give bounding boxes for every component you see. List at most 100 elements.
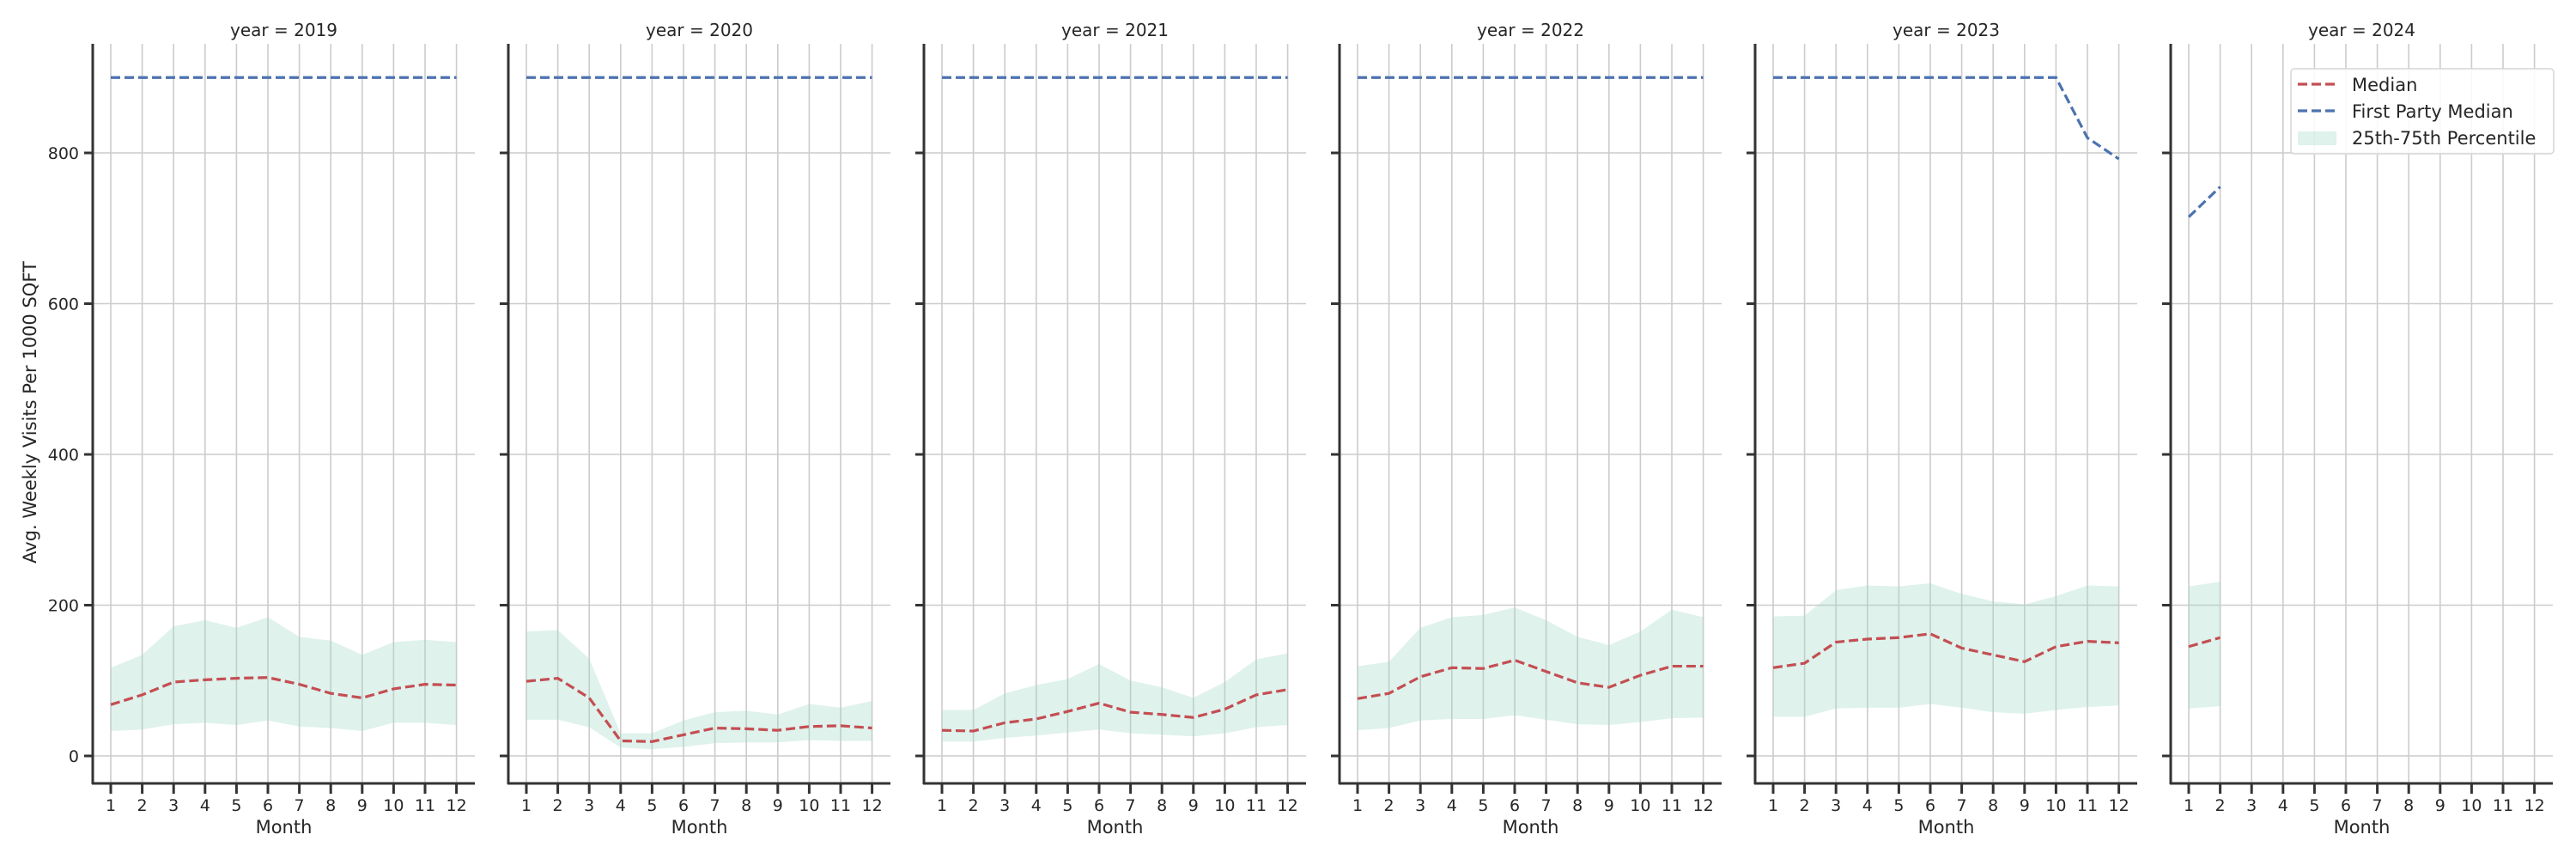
x-tick-label: 8 [1988,796,1998,815]
x-tick-label: 4 [616,796,626,815]
legend-label: 25th-75th Percentile [2352,128,2536,149]
x-axis-label: Month [2334,817,2391,838]
first-party-median-line [1773,76,2120,161]
x-tick-label: 11 [2077,796,2098,815]
x-tick-label: 9 [357,796,368,815]
legend: Median First Party Median 25th-75th Percen… [2290,68,2555,155]
x-tick-label: 7 [2372,796,2383,815]
x-tick-label: 11 [1662,796,1682,815]
x-tick-label: 4 [2278,796,2288,815]
x-tick-label: 3 [584,796,594,815]
panel-title: year = 2023 [1893,20,2000,40]
x-tick-label: 7 [295,796,305,815]
x-tick-label: 12 [447,796,467,815]
x-tick-label: 9 [773,796,783,815]
x-tick-label: 10 [2045,796,2066,815]
x-tick-label: 1 [2184,796,2194,815]
x-tick-label: 4 [1447,796,1457,815]
y-tick-label: 800 [48,144,79,163]
x-axis-label: Month [256,817,313,838]
legend-swatch-band [2298,131,2336,145]
x-tick-label: 8 [2403,796,2414,815]
panels: 02004006008001 2 3 4 5 6 7 8 9 10 11 12Monthyear = … [48,20,2553,838]
x-tick-label: 7 [710,796,720,815]
x-tick-label: 3 [2246,796,2257,815]
x-tick-label: 8 [741,796,751,815]
facet-chart: Avg. Weekly Visits Per 1000 SQFT 0 200 400… [20,20,2555,838]
x-axis-label: Month [671,817,728,838]
x-tick-label: 5 [2309,796,2319,815]
x-tick-label: 10 [2461,796,2482,815]
x-tick-label: 2 [553,796,563,815]
x-tick-label: 1 [1352,796,1363,815]
x-tick-label: 11 [830,796,851,815]
percentile-band [1358,607,1704,731]
panel-2023: 1 2 3 4 5 6 7 8 9 10 11 12Monthyear = 2023 [1747,20,2137,838]
x-tick-label: 5 [647,796,657,815]
x-axis-label: Month [1503,817,1559,838]
x-tick-label: 8 [325,796,336,815]
x-tick-label: 1 [937,796,947,815]
x-tick-label: 1 [106,796,116,815]
x-tick-label: 12 [1693,796,1714,815]
x-tick-label: 8 [1157,796,1167,815]
panel-title: year = 2020 [646,20,753,40]
x-tick-label: 10 [1214,796,1235,815]
x-tick-label: 3 [999,796,1010,815]
x-tick-label: 5 [1062,796,1072,815]
x-tick-label: 9 [1188,796,1199,815]
x-tick-label: 2 [1384,796,1394,815]
panel-title: year = 2021 [1061,20,1169,40]
x-tick-label: 3 [1831,796,1841,815]
y-tick-label: 0 [69,747,79,766]
panel-2020: 1 2 3 4 5 6 7 8 9 10 11 12Monthyear = 2020 [500,20,890,838]
first-party-median-line [2187,186,2221,218]
x-tick-label: 3 [168,796,179,815]
x-tick-label: 2 [1800,796,1810,815]
x-axis-label: Month [1087,817,1144,838]
x-tick-label: 8 [1572,796,1583,815]
x-tick-label: 2 [969,796,979,815]
x-tick-label: 5 [1893,796,1904,815]
x-tick-label: 1 [521,796,532,815]
x-tick-label: 12 [1278,796,1298,815]
y-tick-label: 600 [48,295,79,314]
x-tick-label: 6 [1925,796,1935,815]
panel-2021: 1 2 3 4 5 6 7 8 9 10 11 12Monthyear = 2021 [915,20,1306,838]
x-tick-label: 4 [200,796,210,815]
panel-title: year = 2019 [230,20,337,40]
x-tick-label: 6 [2341,796,2351,815]
y-tick-label: 400 [48,446,79,465]
x-tick-label: 2 [2215,796,2226,815]
panel-title: year = 2024 [2308,20,2415,40]
x-tick-label: 11 [2493,796,2513,815]
x-tick-label: 10 [1630,796,1650,815]
x-tick-label: 5 [231,796,241,815]
x-tick-label: 12 [2524,796,2545,815]
x-tick-label: 6 [263,796,273,815]
x-tick-label: 6 [1510,796,1520,815]
x-tick-label: 7 [1126,796,1136,815]
x-tick-label: 12 [2109,796,2129,815]
x-tick-label: 10 [799,796,819,815]
x-tick-label: 6 [1094,796,1104,815]
x-tick-label: 9 [1604,796,1614,815]
percentile-band [111,617,457,732]
legend-label: Median [2352,75,2417,95]
x-tick-label: 1 [1768,796,1778,815]
panel-2019: 02004006008001 2 3 4 5 6 7 8 9 10 11 12Monthyear = … [48,20,475,838]
x-tick-label: 5 [1478,796,1488,815]
x-tick-label: 10 [383,796,404,815]
panel-title: year = 2022 [1477,20,1584,40]
x-tick-label: 2 [137,796,148,815]
x-tick-label: 7 [1957,796,1967,815]
x-axis-label: Month [1918,817,1975,838]
x-tick-label: 4 [1031,796,1042,815]
x-tick-label: 11 [1246,796,1267,815]
panel-2022: 1 2 3 4 5 6 7 8 9 10 11 12Monthyear = 2022 [1331,20,1722,838]
y-axis-label: Avg. Weekly Visits Per 1000 SQFT [20,261,40,564]
y-tick-label: 200 [48,597,79,616]
percentile-band [942,653,1288,742]
x-tick-label: 7 [1541,796,1552,815]
x-tick-label: 9 [2435,796,2445,815]
